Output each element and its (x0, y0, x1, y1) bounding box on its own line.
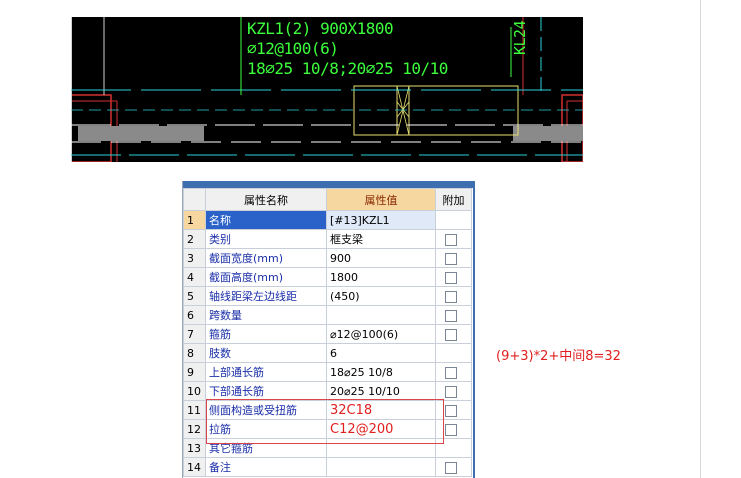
extra-checkbox[interactable] (445, 366, 457, 379)
header-property-value[interactable]: 属性值 (326, 188, 436, 211)
table-row[interactable]: 8 肢数 6 (183, 343, 472, 363)
cad-label-side-beam: KL24 (511, 20, 529, 55)
row-index[interactable]: 10 (183, 381, 206, 401)
property-name-cell[interactable]: 箍筋 (205, 324, 327, 344)
extra-cell (435, 286, 472, 306)
row-index[interactable]: 14 (183, 457, 206, 477)
property-name-cell[interactable]: 跨数量 (205, 305, 327, 325)
table-row[interactable]: 2 类别 框支梁 (183, 229, 472, 249)
table-header-row: 属性名称 属性值 附加 (183, 188, 472, 211)
property-name-cell[interactable]: 轴线距梁左边线距 (205, 286, 327, 306)
property-value-cell[interactable]: 18⌀25 10/8 (326, 362, 436, 382)
property-value-text: (450) (330, 289, 360, 303)
extra-cell (435, 343, 472, 363)
row-index[interactable]: 4 (183, 267, 206, 287)
property-name-cell[interactable]: 备注 (205, 457, 327, 477)
property-value-cell[interactable]: 6 (326, 343, 436, 363)
property-value-cell[interactable]: 1800 (326, 267, 436, 287)
extra-cell (435, 381, 472, 401)
property-name-cell[interactable]: 名称 (205, 210, 327, 230)
table-row[interactable]: 10 下部通长筋 20⌀25 10/10 (183, 381, 472, 401)
property-value-text: 1800 (330, 270, 358, 284)
property-value-text: 6 (330, 346, 337, 360)
row-index[interactable]: 13 (183, 438, 206, 458)
table-row[interactable]: 14 备注 (183, 457, 472, 477)
extra-cell (435, 457, 472, 477)
property-name-cell[interactable]: 截面高度(mm) (205, 267, 327, 287)
extra-checkbox[interactable] (445, 461, 457, 474)
extra-cell (435, 362, 472, 382)
extra-cell (435, 267, 472, 287)
property-value-text: 20⌀25 10/10 (330, 384, 400, 398)
extra-cell (435, 305, 472, 325)
extra-checkbox[interactable] (445, 385, 457, 398)
highlight-box (206, 399, 444, 444)
property-value-text: 900 (330, 251, 351, 265)
extra-checkbox[interactable] (445, 423, 457, 436)
row-index[interactable]: 11 (183, 400, 206, 420)
property-value-cell[interactable]: 20⌀25 10/10 (326, 381, 436, 401)
row-index[interactable]: 6 (183, 305, 206, 325)
header-extra[interactable]: 附加 (435, 188, 472, 211)
extra-checkbox[interactable] (445, 404, 457, 417)
property-value-cell[interactable]: 框支梁 (326, 229, 436, 249)
property-value-cell[interactable]: (450) (326, 286, 436, 306)
property-value-cell[interactable]: [#13]KZL1 (326, 210, 436, 230)
cad-label-beam-name: KZL1(2) 900X1800 (247, 19, 394, 38)
extra-checkbox[interactable] (445, 328, 457, 341)
row-index[interactable]: 8 (183, 343, 206, 363)
cad-label-longitudinal-bars: 18⌀25 10/8;20⌀25 10/10 (247, 59, 448, 78)
extra-cell (435, 248, 472, 268)
property-value-text: 框支梁 (330, 233, 363, 246)
property-value-cell[interactable] (326, 305, 436, 325)
table-row[interactable]: 4 截面高度(mm) 1800 (183, 267, 472, 287)
property-value-text: [#13]KZL1 (330, 213, 390, 227)
cad-drawing: KZL1(2) 900X1800 ⌀12@100(6) 18⌀25 10/8;2… (71, 17, 583, 162)
cad-label-stirrup: ⌀12@100(6) (247, 39, 339, 58)
extra-checkbox[interactable] (445, 233, 457, 246)
row-index[interactable]: 5 (183, 286, 206, 306)
calculation-note: (9+3)*2+中间8=32 (496, 349, 621, 364)
extra-cell (435, 324, 472, 344)
row-index[interactable]: 7 (183, 324, 206, 344)
property-value-text: ⌀12@100(6) (330, 327, 399, 341)
table-row[interactable]: 5 轴线距梁左边线距 (450) (183, 286, 472, 306)
property-name-cell[interactable]: 肢数 (205, 343, 327, 363)
extra-cell (435, 229, 472, 249)
row-index[interactable]: 3 (183, 248, 206, 268)
property-name-cell[interactable]: 下部通长筋 (205, 381, 327, 401)
header-property-name[interactable]: 属性名称 (205, 188, 327, 211)
grid-title-strip (183, 181, 473, 188)
property-name-cell[interactable]: 截面宽度(mm) (205, 248, 327, 268)
table-row[interactable]: 9 上部通长筋 18⌀25 10/8 (183, 362, 472, 382)
row-index[interactable]: 9 (183, 362, 206, 382)
row-index[interactable]: 12 (183, 419, 206, 439)
extra-checkbox[interactable] (445, 271, 457, 284)
table-row[interactable]: 3 截面宽度(mm) 900 (183, 248, 472, 268)
property-value-cell[interactable]: 900 (326, 248, 436, 268)
table-row[interactable]: 1 名称 [#13]KZL1 (183, 210, 472, 230)
property-name-cell[interactable]: 上部通长筋 (205, 362, 327, 382)
row-index[interactable]: 1 (183, 210, 206, 230)
header-index (183, 188, 206, 211)
extra-checkbox[interactable] (445, 309, 457, 322)
property-value-text: 18⌀25 10/8 (330, 365, 393, 379)
right-edge-divider (700, 0, 701, 478)
extra-cell (435, 210, 472, 230)
extra-checkbox[interactable] (445, 290, 457, 303)
property-value-cell[interactable]: ⌀12@100(6) (326, 324, 436, 344)
table-row[interactable]: 6 跨数量 (183, 305, 472, 325)
property-name-cell[interactable]: 类别 (205, 229, 327, 249)
property-value-cell[interactable] (326, 457, 436, 477)
table-row[interactable]: 7 箍筋 ⌀12@100(6) (183, 324, 472, 344)
row-index[interactable]: 2 (183, 229, 206, 249)
extra-checkbox[interactable] (445, 252, 457, 265)
